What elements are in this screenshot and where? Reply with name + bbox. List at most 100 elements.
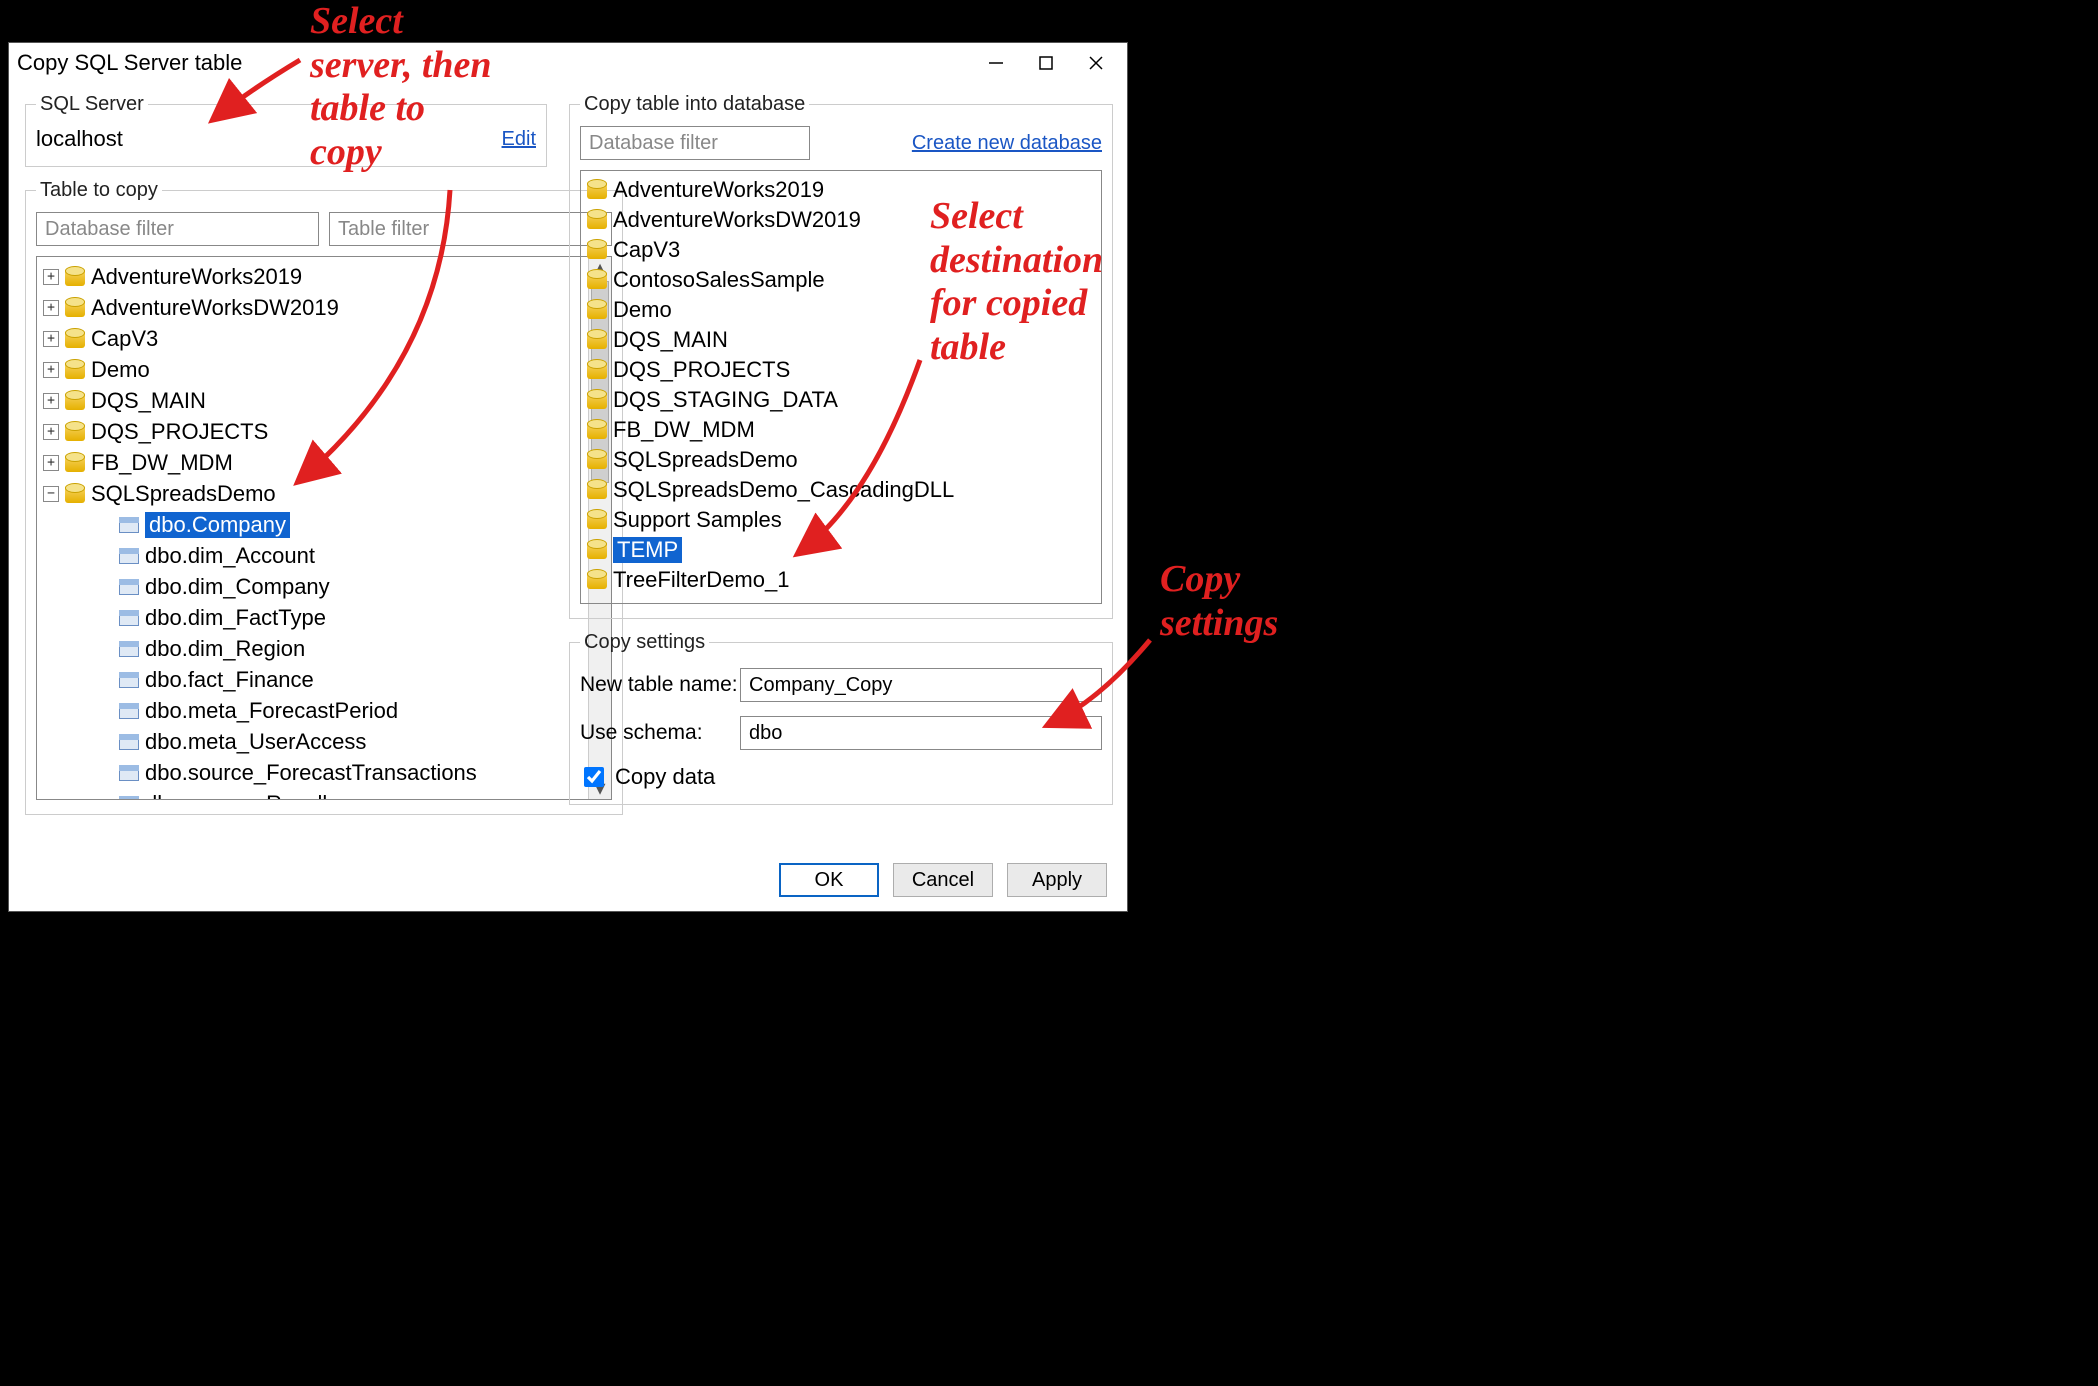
expand-icon[interactable]: + [43,331,59,347]
destination-db-item[interactable]: FB_DW_MDM [583,415,1099,445]
destination-db-item[interactable]: DQS_MAIN [583,325,1099,355]
source-table-node[interactable]: dbo.source_ForecastTransactions [39,757,586,788]
source-table-node[interactable]: dbo.source_Reseller [39,788,586,799]
destination-db-label: SQLSpreadsDemo [613,447,798,473]
database-icon [65,266,85,288]
database-icon [587,509,607,531]
table-icon [119,731,139,753]
copy-data-label[interactable]: Copy data [615,764,715,790]
tree-node-label: AdventureWorks2019 [91,264,302,290]
source-table-node[interactable]: dbo.meta_ForecastPeriod [39,695,586,726]
database-icon [587,239,607,261]
destination-db-label: Demo [613,297,672,323]
use-schema-input[interactable] [740,716,1102,750]
destination-db-item[interactable]: ContosoSalesSample [583,265,1099,295]
source-table-node[interactable]: dbo.meta_UserAccess [39,726,586,757]
sql-server-legend: SQL Server [36,93,148,116]
destination-db-label: TreeFilterDemo_1 [613,567,789,593]
expand-icon[interactable]: + [43,455,59,471]
dest-db-filter-input[interactable] [580,126,810,160]
database-icon [587,419,607,441]
tree-node-label: CapV3 [91,326,158,352]
source-db-node[interactable]: + FB_DW_MDM [39,447,586,478]
source-table-node[interactable]: dbo.dim_FactType [39,602,586,633]
database-icon [65,297,85,319]
database-icon [587,179,607,201]
server-value: localhost [36,126,492,152]
source-table-node[interactable]: dbo.dim_Account [39,540,586,571]
table-icon [119,669,139,691]
edit-server-link[interactable]: Edit [502,128,536,151]
expand-icon[interactable]: + [43,362,59,378]
destination-db-label: SQLSpreadsDemo_CascadingDLL [613,477,954,503]
database-icon [587,479,607,501]
destination-db-item[interactable]: DQS_STAGING_DATA [583,385,1099,415]
source-db-node[interactable]: + Demo [39,354,586,385]
destination-db-item[interactable]: TEMP [583,535,1099,565]
close-button[interactable] [1073,47,1119,79]
database-icon [65,359,85,381]
source-table-node[interactable]: dbo.Company [39,509,586,540]
destination-db-label: DQS_PROJECTS [613,357,790,383]
maximize-button[interactable] [1023,47,1069,79]
source-db-node[interactable]: + CapV3 [39,323,586,354]
tree-node-label: dbo.dim_FactType [145,605,326,631]
destination-db-item[interactable]: SQLSpreadsDemo [583,445,1099,475]
source-table-node[interactable]: dbo.dim_Company [39,571,586,602]
source-db-node[interactable]: + AdventureWorksDW2019 [39,292,586,323]
tree-node-label: DQS_PROJECTS [91,419,268,445]
expand-icon[interactable]: + [43,424,59,440]
expand-icon[interactable]: + [43,393,59,409]
copy-data-checkbox[interactable] [584,767,604,787]
expand-icon[interactable]: + [43,269,59,285]
tree-node-label: dbo.dim_Company [145,574,330,600]
table-to-copy-legend: Table to copy [36,179,162,202]
new-table-name-input[interactable] [740,668,1102,702]
source-db-filter-input[interactable] [36,212,319,246]
table-to-copy-group: Table to copy + AdventureWorks2019 + Advent… [25,179,623,815]
window-title: Copy SQL Server table [17,50,969,76]
minimize-button[interactable] [973,47,1019,79]
cancel-button[interactable]: Cancel [893,863,993,897]
table-icon [119,638,139,660]
titlebar: Copy SQL Server table [9,43,1127,83]
tree-node-label: dbo.dim_Account [145,543,315,569]
database-icon [65,483,85,505]
collapse-icon[interactable]: − [43,486,59,502]
destination-db-item[interactable]: DQS_PROJECTS [583,355,1099,385]
destination-db-item[interactable]: AdventureWorks2019 [583,175,1099,205]
destination-db-label: DQS_MAIN [613,327,728,353]
database-icon [587,209,607,231]
source-db-node[interactable]: + DQS_PROJECTS [39,416,586,447]
tree-node-label: Demo [91,357,150,383]
tree-node-label: AdventureWorksDW2019 [91,295,339,321]
table-icon [119,607,139,629]
table-icon [119,514,139,536]
create-database-link[interactable]: Create new database [912,132,1102,155]
destination-db-item[interactable]: AdventureWorksDW2019 [583,205,1099,235]
source-db-node[interactable]: + AdventureWorks2019 [39,261,586,292]
tree-node-label: dbo.fact_Finance [145,667,314,693]
destination-db-item[interactable]: TreeFilterDemo_1 [583,565,1099,595]
destination-db-item[interactable]: SQLSpreadsDemo_CascadingDLL [583,475,1099,505]
apply-button[interactable]: Apply [1007,863,1107,897]
database-icon [587,569,607,591]
tree-node-label: SQLSpreadsDemo [91,481,276,507]
destination-db-label: DQS_STAGING_DATA [613,387,838,413]
tree-node-label: dbo.source_Reseller [145,791,347,800]
destination-db-item[interactable]: Demo [583,295,1099,325]
source-table-node[interactable]: dbo.fact_Finance [39,664,586,695]
annotation-settings: Copy settings [1160,558,1278,645]
source-tree[interactable]: + AdventureWorks2019 + AdventureWorksDW2019… [36,256,612,800]
destination-db-item[interactable]: CapV3 [583,235,1099,265]
destination-list[interactable]: AdventureWorks2019AdventureWorksDW2019Ca… [580,170,1102,604]
database-icon [65,452,85,474]
source-db-node[interactable]: − SQLSpreadsDemo [39,478,586,509]
source-db-node[interactable]: +DQS_MAIN [39,385,586,416]
expand-icon[interactable]: + [43,300,59,316]
source-table-node[interactable]: dbo.dim_Region [39,633,586,664]
destination-db-item[interactable]: Support Samples [583,505,1099,535]
database-icon [587,359,607,381]
tree-node-label: FB_DW_MDM [91,450,233,476]
ok-button[interactable]: OK [779,863,879,897]
